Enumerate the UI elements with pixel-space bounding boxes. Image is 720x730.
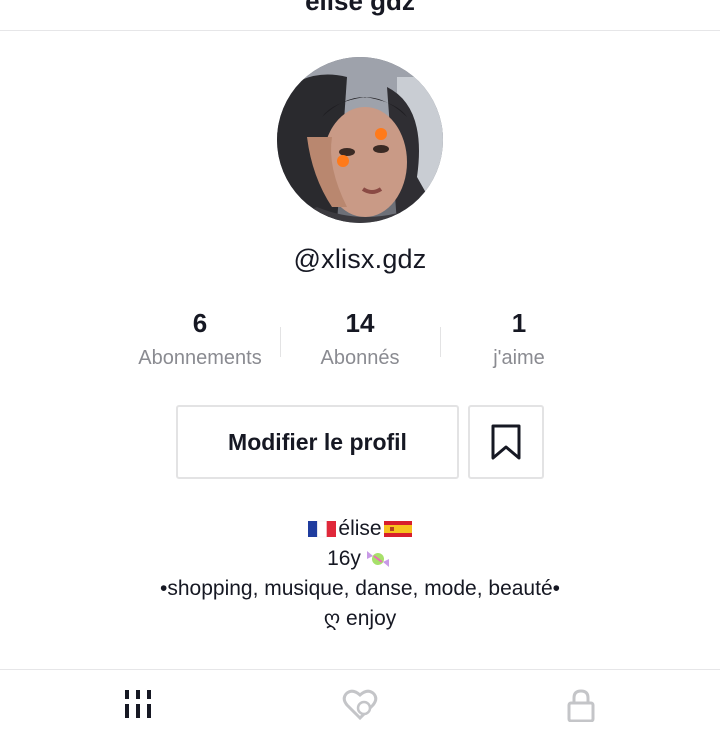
tab-videos[interactable] xyxy=(118,688,158,728)
bio-line-interests: •shopping, musique, danse, mode, beauté• xyxy=(160,577,560,600)
followers-label: Abonnés xyxy=(320,347,400,369)
tab-liked[interactable] xyxy=(340,688,380,728)
edit-profile-button[interactable]: Modifier le profil xyxy=(176,405,459,479)
avatar[interactable] xyxy=(277,57,443,223)
followers-count: 14 xyxy=(345,308,375,338)
page-title: élise gdz xyxy=(305,0,415,16)
username: @xlisx.gdz xyxy=(293,244,427,274)
top-bar: élise gdz xyxy=(0,0,720,31)
following-stat[interactable]: 6 Abonnements xyxy=(110,306,290,370)
france-flag-icon xyxy=(308,520,337,538)
likes-count: 1 xyxy=(511,308,527,338)
bio: élise 16y •shopping, musique, danse, mod… xyxy=(0,514,720,634)
bio-line-age: 16y xyxy=(0,544,720,574)
spain-flag-icon xyxy=(383,521,412,537)
following-count: 6 xyxy=(192,308,208,338)
bio-age: 16y xyxy=(327,547,361,570)
bio-line-name: élise xyxy=(0,514,720,544)
bio-line-enjoy: ღ enjoy xyxy=(323,607,397,630)
bookmark-icon xyxy=(491,424,521,460)
candy-icon xyxy=(366,551,389,567)
favorites-button[interactable] xyxy=(468,405,544,479)
grid-icon xyxy=(125,690,151,718)
lock-icon xyxy=(567,689,595,722)
likes-label: j'aime xyxy=(493,347,545,369)
followers-stat[interactable]: 14 Abonnés xyxy=(270,306,450,370)
following-label: Abonnements xyxy=(138,347,262,369)
liked-hidden-icon xyxy=(342,689,378,720)
bio-name: élise xyxy=(338,517,382,540)
likes-stat[interactable]: 1 j'aime xyxy=(429,306,609,370)
tab-private[interactable] xyxy=(561,688,601,728)
profile-tabs xyxy=(0,669,720,730)
